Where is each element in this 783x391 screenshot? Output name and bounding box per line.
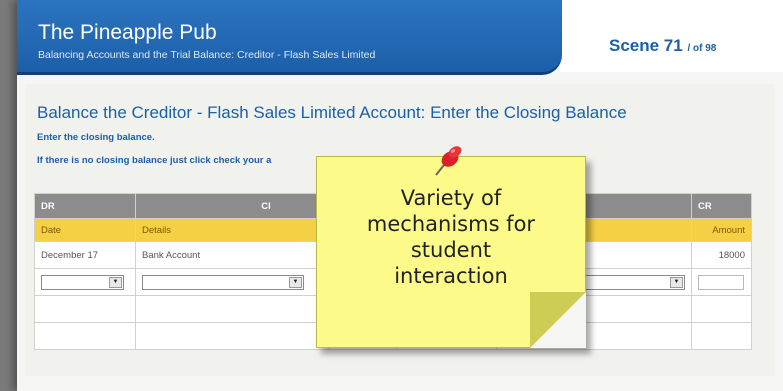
cell-details: Bank Account [135,241,330,269]
page-title: Balance the Creditor - Flash Sales Limit… [37,103,627,122]
header: The Pineapple Pub Balancing Accounts and… [17,0,783,75]
chevron-down-icon: ▼ [670,276,683,288]
cell-amount-input [691,268,752,296]
app-title: The Pineapple Pub [38,21,217,44]
scene-total: / of 98 [687,43,717,54]
sticky-note: Variety of mechanisms for student intera… [316,146,586,348]
details-select[interactable]: ▼ [142,274,304,290]
app-subtitle: Balancing Accounts and the Trial Balance… [38,49,376,61]
cell-date: December 17 [34,241,136,269]
note-text: Variety of mechanisms for student intera… [366,186,536,288]
date-select[interactable]: ▼ [41,274,124,290]
cell-date-select: ▼ [34,268,136,296]
empty-cell [34,322,136,350]
chevron-down-icon: ▼ [109,276,122,288]
empty-cell [691,322,752,350]
empty-cell [135,295,330,323]
cell-details-select: ▼ [135,268,330,296]
subheader-date: Date [34,218,136,242]
instruction-text: Enter the closing balance. [37,132,155,143]
subheader-amount: Amount [691,218,752,242]
subheader-details: Details [135,218,330,242]
empty-cell [691,295,752,323]
instruction-text-secondary: If there is no closing balance just clic… [37,155,272,166]
cell-amount: 18000 [691,241,752,269]
amount-input[interactable] [698,274,744,290]
scene-label: Scene 71 [609,36,683,55]
empty-cell [135,322,330,350]
chevron-down-icon: ▼ [289,276,302,288]
scene-counter: Scene 71 / of 98 [609,36,716,56]
header-cr: CR [691,193,752,219]
header-banner: The Pineapple Pub Balancing Accounts and… [17,0,562,75]
header-dr: DR [34,193,136,219]
note-fold [530,292,586,348]
empty-cell [34,295,136,323]
push-pin-icon [435,146,462,176]
